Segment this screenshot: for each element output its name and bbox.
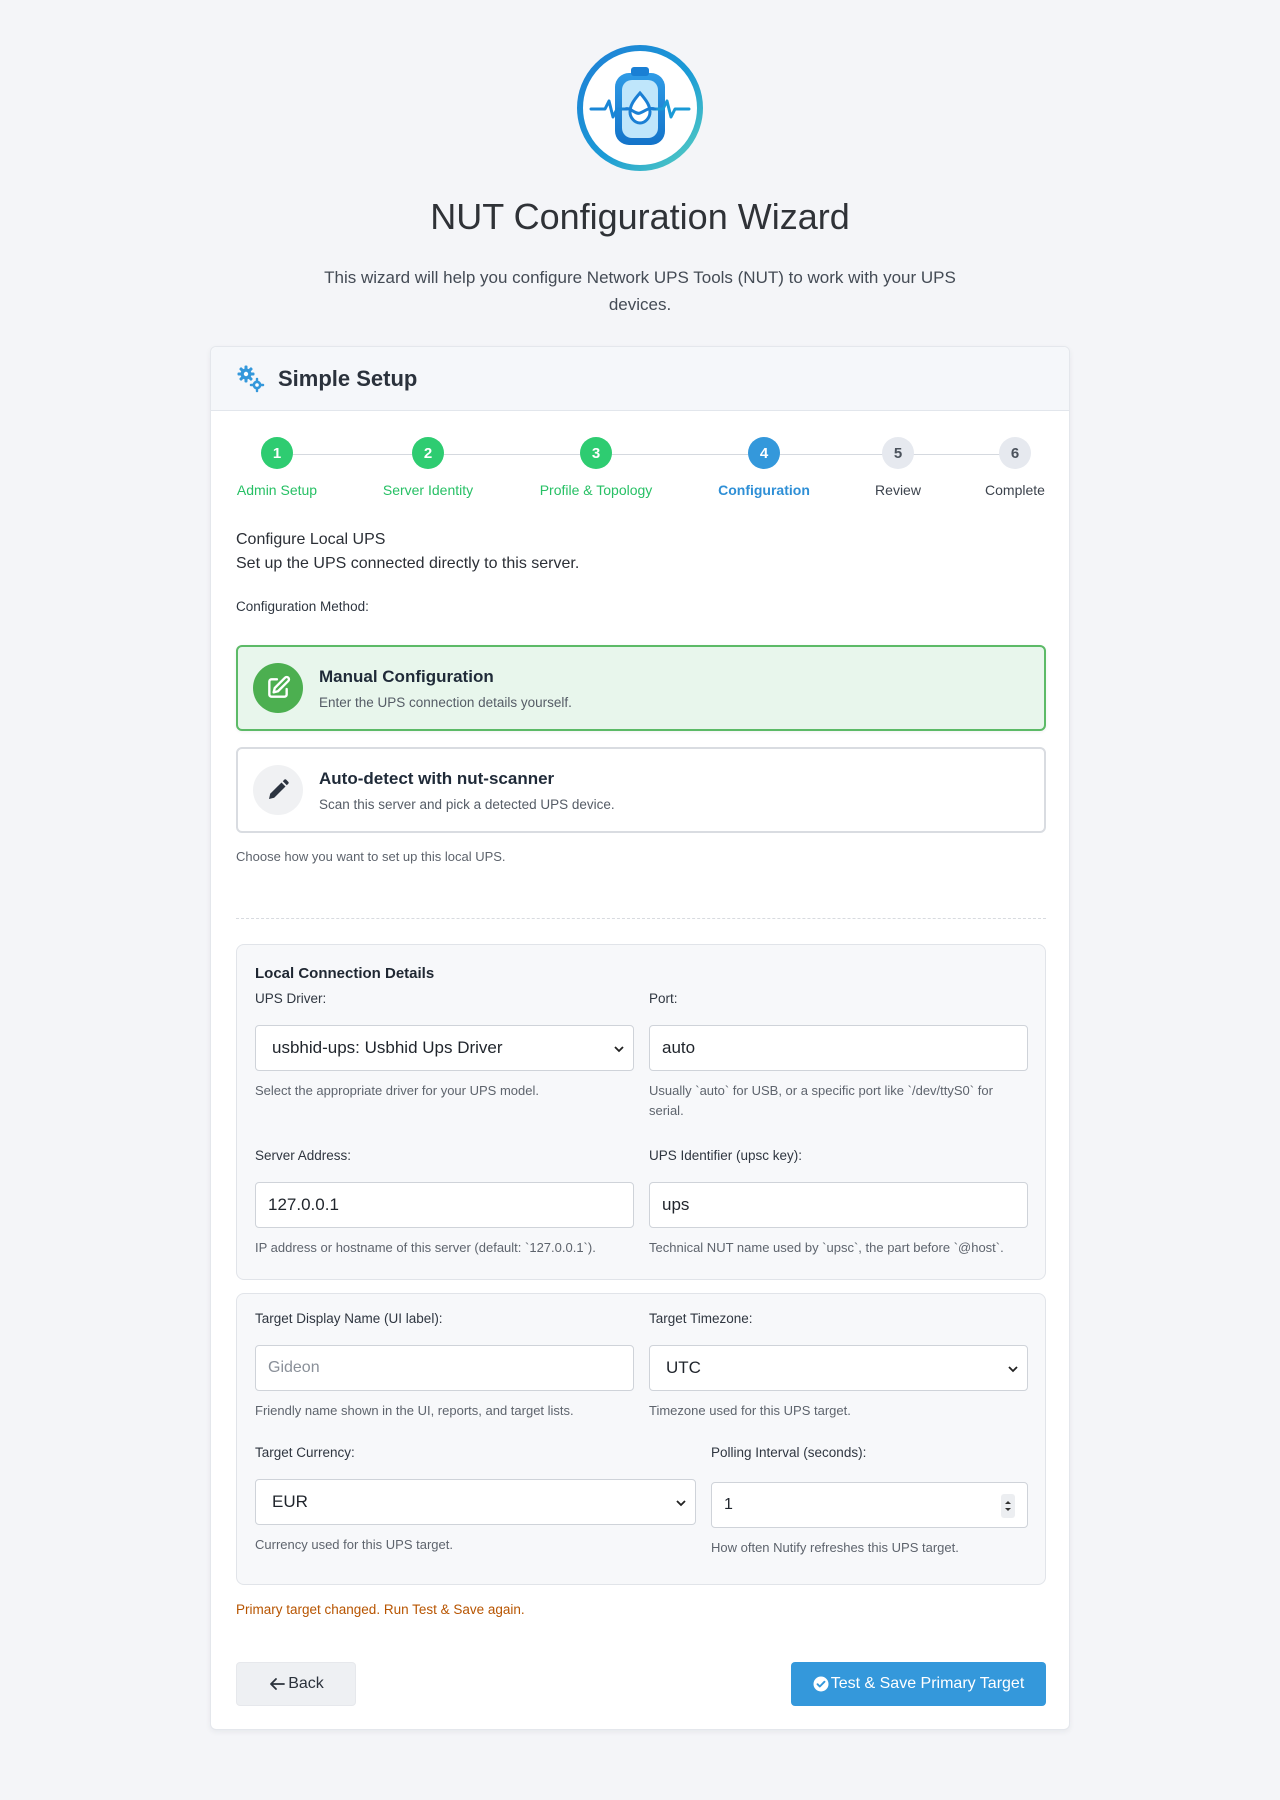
ups-identifier-field: UPS Identifier (upsc key): ups Technical… bbox=[649, 1148, 1028, 1255]
method-help-text: Choose how you want to set up this local… bbox=[236, 849, 506, 864]
back-button-label: Back bbox=[288, 1675, 324, 1692]
step-number: 1 bbox=[261, 437, 293, 469]
step-label: Complete bbox=[985, 482, 1045, 498]
port-field: Port: auto Usually `auto` for USB, or a … bbox=[649, 991, 1028, 1118]
local-connection-panel: Local Connection Details UPS Driver: usb… bbox=[236, 944, 1046, 1280]
method-label: Configuration Method: bbox=[236, 599, 369, 614]
field-help: Friendly name shown in the UI, reports, … bbox=[255, 1403, 574, 1418]
field-label: Port: bbox=[649, 991, 678, 1006]
field-help: How often Nutify refreshes this UPS targ… bbox=[711, 1540, 959, 1555]
server-address-field: Server Address: 127.0.0.1 IP address or … bbox=[255, 1148, 634, 1255]
step-label: Admin Setup bbox=[236, 482, 318, 498]
port-input[interactable]: auto bbox=[649, 1025, 1028, 1071]
section-heading: Configure Local UPS bbox=[236, 531, 386, 548]
warning-message: Primary target changed. Run Test & Save … bbox=[236, 1602, 525, 1617]
timezone-select[interactable]: UTC bbox=[649, 1345, 1028, 1391]
input-value: 1 bbox=[724, 1496, 733, 1513]
field-help: Currency used for this UPS target. bbox=[255, 1537, 453, 1552]
arrow-left-icon bbox=[270, 1678, 286, 1690]
step-profile-topology[interactable]: 3 Profile & Topology bbox=[526, 437, 666, 498]
card-title: Simple Setup bbox=[278, 365, 418, 391]
field-label: Polling Interval (seconds): bbox=[711, 1445, 867, 1460]
chevron-down-icon bbox=[676, 1500, 686, 1507]
page-title: NUT Configuration Wizard bbox=[430, 196, 850, 237]
step-label: Configuration bbox=[718, 482, 810, 498]
polling-interval-input[interactable]: 1 bbox=[711, 1482, 1028, 1528]
test-save-button[interactable]: Test & Save Primary Target bbox=[791, 1662, 1046, 1706]
step-server-identity[interactable]: 2 Server Identity bbox=[358, 437, 498, 498]
method-description: Enter the UPS connection details yoursel… bbox=[319, 694, 572, 710]
field-help: IP address or hostname of this server (d… bbox=[255, 1240, 596, 1255]
ups-driver-select[interactable]: usbhid-ups: Usbhid Ups Driver bbox=[255, 1025, 634, 1071]
back-button[interactable]: Back bbox=[236, 1662, 356, 1706]
field-label: UPS Identifier (upsc key): bbox=[649, 1148, 803, 1163]
pencil-icon bbox=[253, 765, 303, 815]
step-configuration[interactable]: 4 Configuration bbox=[694, 437, 834, 498]
currency-select[interactable]: EUR bbox=[255, 1479, 696, 1525]
field-help: Select the appropriate driver for your U… bbox=[255, 1083, 539, 1098]
card-header: Simple Setup bbox=[211, 347, 1069, 411]
step-number: 3 bbox=[580, 437, 612, 469]
app-logo bbox=[575, 43, 705, 173]
number-stepper[interactable] bbox=[1001, 1494, 1015, 1518]
method-title: Auto-detect with nut-scanner bbox=[319, 768, 555, 788]
input-placeholder: Gideon bbox=[268, 1359, 320, 1376]
select-value: usbhid-ups: Usbhid Ups Driver bbox=[272, 1038, 503, 1057]
step-number: 5 bbox=[882, 437, 914, 469]
field-label: Target Timezone: bbox=[649, 1311, 753, 1326]
gears-icon bbox=[236, 364, 266, 394]
step-admin-setup[interactable]: 1 Admin Setup bbox=[207, 437, 347, 498]
server-address-input[interactable]: 127.0.0.1 bbox=[255, 1182, 634, 1228]
field-label: Server Address: bbox=[255, 1148, 352, 1163]
input-value: 127.0.0.1 bbox=[268, 1195, 339, 1214]
method-description: Scan this server and pick a detected UPS… bbox=[319, 796, 615, 812]
field-label: UPS Driver: bbox=[255, 991, 327, 1006]
step-label: Server Identity bbox=[382, 482, 474, 498]
field-help: Timezone used for this UPS target. bbox=[649, 1403, 851, 1418]
chevron-down-icon bbox=[614, 1046, 624, 1053]
field-help: Technical NUT name used by `upsc`, the p… bbox=[649, 1240, 1004, 1255]
step-label: Profile & Topology bbox=[539, 482, 653, 498]
display-name-field: Target Display Name (UI label): Gideon F… bbox=[255, 1311, 634, 1418]
field-label: Target Currency: bbox=[255, 1445, 355, 1460]
select-value: EUR bbox=[272, 1492, 308, 1511]
timezone-field: Target Timezone: UTC Timezone used for t… bbox=[649, 1311, 1028, 1418]
step-number: 6 bbox=[999, 437, 1031, 469]
display-name-input[interactable]: Gideon bbox=[255, 1345, 634, 1391]
step-number: 4 bbox=[748, 437, 780, 469]
chevron-down-icon bbox=[1008, 1366, 1018, 1373]
save-button-label: Test & Save Primary Target bbox=[830, 1675, 1025, 1692]
target-settings-panel: Target Display Name (UI label): Gideon F… bbox=[236, 1293, 1046, 1585]
currency-field: Target Currency: EUR Currency used for t… bbox=[255, 1445, 696, 1552]
method-autodetect-option[interactable]: Auto-detect with nut-scanner Scan this s… bbox=[236, 747, 1046, 833]
select-value: UTC bbox=[666, 1358, 701, 1377]
edit-square-icon bbox=[253, 663, 303, 713]
section-subheading: Set up the UPS connected directly to thi… bbox=[236, 555, 580, 572]
ups-driver-field: UPS Driver: usbhid-ups: Usbhid Ups Drive… bbox=[255, 991, 634, 1098]
wizard-stepper: 1 Admin Setup 2 Server Identity 3 Profil… bbox=[236, 437, 1046, 498]
method-manual-option[interactable]: Manual Configuration Enter the UPS conne… bbox=[236, 645, 1046, 731]
divider bbox=[236, 918, 1046, 919]
ups-identifier-input[interactable]: ups bbox=[649, 1182, 1028, 1228]
field-label: Target Display Name (UI label): bbox=[255, 1311, 443, 1326]
page-intro: This wizard will help you configure Netw… bbox=[324, 268, 956, 314]
check-circle-icon bbox=[813, 1676, 829, 1692]
method-title: Manual Configuration bbox=[319, 666, 494, 686]
input-value: ups bbox=[662, 1195, 690, 1214]
polling-interval-field: Polling Interval (seconds): 1 How often … bbox=[711, 1445, 1028, 1555]
wizard-card: Simple Setup 1 Admin Setup 2 Server Iden… bbox=[210, 346, 1070, 1730]
field-help: Usually `auto` for USB, or a specific po… bbox=[649, 1083, 993, 1118]
step-number: 2 bbox=[412, 437, 444, 469]
input-value: auto bbox=[662, 1038, 696, 1057]
panel-title: Local Connection Details bbox=[255, 965, 435, 982]
step-complete: 6 Complete bbox=[945, 437, 1085, 498]
